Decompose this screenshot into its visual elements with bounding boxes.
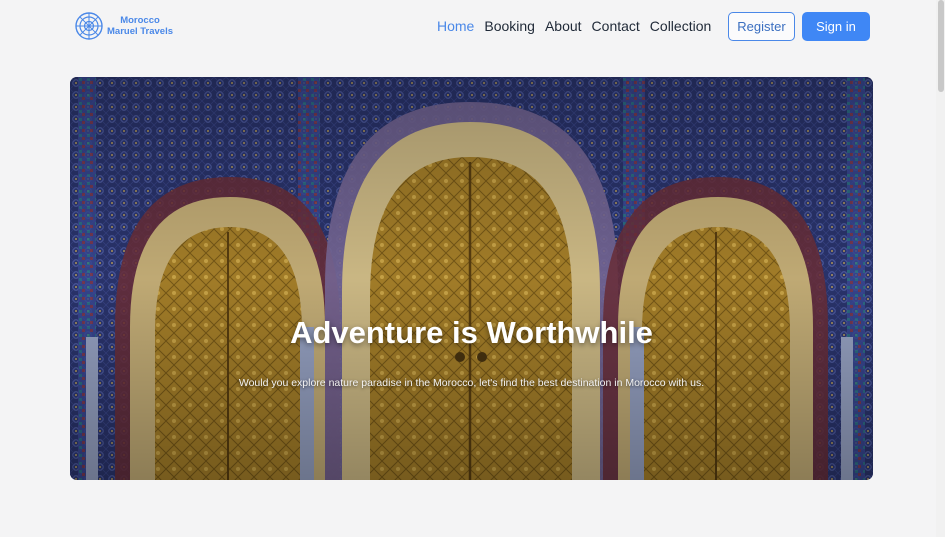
brand-name: Morocco Maruel Travels [107,15,173,37]
hero-title: Adventure is Worthwhile [290,315,653,350]
brand-line-1: Morocco [120,15,160,26]
main-nav: Home Booking About Contact Collection [437,18,711,34]
nav-item-about[interactable]: About [545,18,582,34]
nav-item-home[interactable]: Home [437,18,474,34]
nav-item-contact[interactable]: Contact [592,18,640,34]
hero-banner: Adventure is Worthwhile Would you explor… [70,77,873,480]
signin-button[interactable]: Sign in [802,12,870,41]
page-scrollbar[interactable] [936,0,945,537]
hero-subtitle: Would you explore nature paradise in the… [238,377,705,389]
brand-line-2: Maruel Travels [107,26,174,37]
nav-item-booking[interactable]: Booking [484,18,535,34]
scrollbar-thumb[interactable] [938,0,944,92]
nav-item-collection[interactable]: Collection [650,18,711,34]
register-button[interactable]: Register [728,12,795,41]
hero-background-image [70,77,873,480]
mandala-icon [75,12,103,40]
brand-logo[interactable]: Morocco Maruel Travels [75,12,173,40]
